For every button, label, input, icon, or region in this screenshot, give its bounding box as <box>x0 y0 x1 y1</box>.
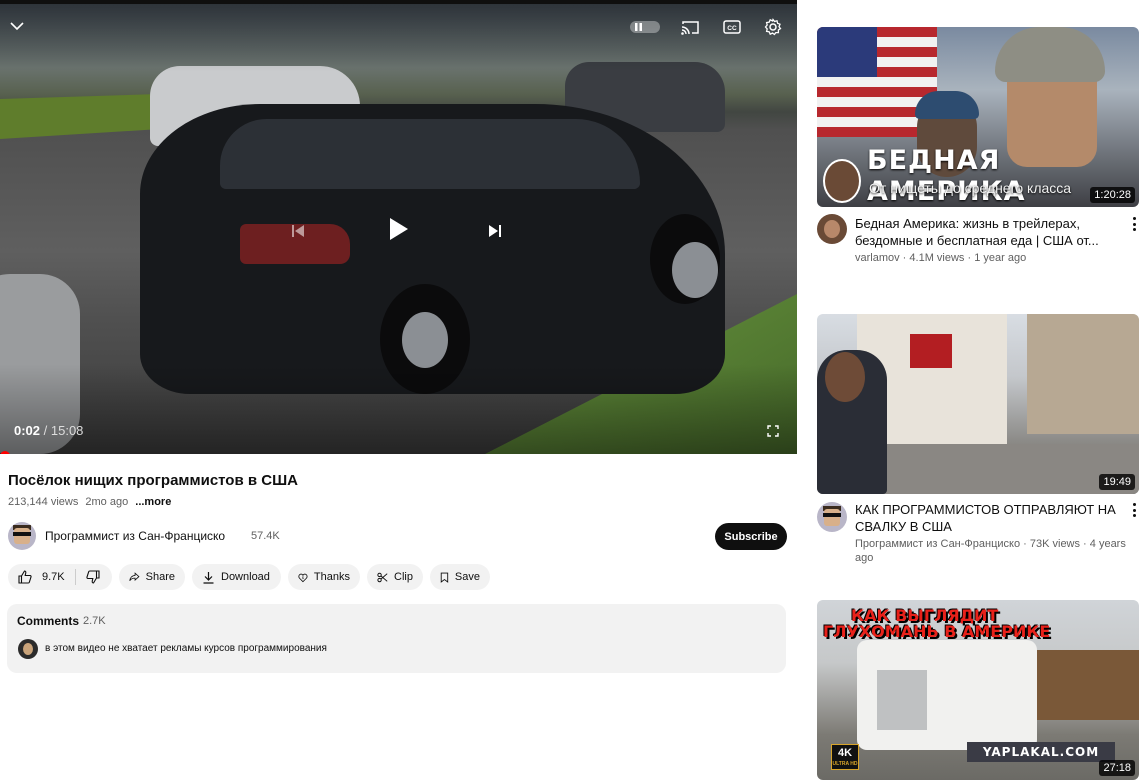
thumbs-down-icon <box>86 570 100 584</box>
related-video-meta: Программист из Сан-Франциско · 73K views… <box>855 538 1126 564</box>
thumb-portrait <box>823 159 861 203</box>
download-icon <box>203 571 214 584</box>
comments-panel[interactable]: Comments 2.7K в этом видео не хватает ре… <box>7 604 786 673</box>
pause-toggle-icon[interactable] <box>630 20 662 34</box>
video-meta: 213,144 views 2mo ago ...more <box>8 496 171 508</box>
fullscreen-icon[interactable] <box>764 422 782 440</box>
share-icon <box>129 572 140 582</box>
related-thumbnail[interactable]: КАК ВЫГЛЯДИТ ГЛУХОМАНЬ В АМЕРИКЕ 4K ULTRA… <box>817 600 1139 780</box>
download-label: Download <box>221 571 270 583</box>
current-time: 0:02 <box>14 423 41 438</box>
thumb-subtitle: От нищеты до среднего класса <box>869 180 1072 196</box>
subscribe-button[interactable]: Subscribe <box>715 523 787 550</box>
related-videos-sidebar: БЕДНАЯ АМЕРИКА От нищеты до среднего кла… <box>797 0 1139 781</box>
scissors-icon <box>377 572 388 582</box>
settings-icon[interactable] <box>762 17 784 37</box>
like-count: 9.7K <box>42 571 65 583</box>
more-options-icon[interactable] <box>1131 503 1137 517</box>
4k-badge: 4K ULTRA HD <box>831 744 859 770</box>
captions-label: CC <box>727 25 737 32</box>
video-player[interactable]: CC 0:02 / 15:08 <box>0 4 797 454</box>
like-button[interactable]: 9.7K <box>18 570 65 584</box>
channel-name[interactable]: Программист из Сан-Франциско <box>45 529 225 543</box>
video-duration: 1:20:28 <box>1090 187 1135 203</box>
thumb-title-line2: ГЛУХОМАНЬ В АМЕРИКЕ <box>823 622 1051 641</box>
time-separator: / <box>40 423 51 438</box>
clip-label: Clip <box>394 571 413 583</box>
related-video-title[interactable]: Бедная Америка: жизнь в трейлерах, бездо… <box>855 215 1127 249</box>
thanks-label: Thanks <box>313 571 350 583</box>
play-icon[interactable] <box>384 214 414 244</box>
channel-avatar[interactable] <box>8 522 36 550</box>
video-duration: 27:18 <box>1099 760 1135 776</box>
channel-avatar[interactable] <box>817 502 847 532</box>
time-display: 0:02 / 15:08 <box>14 423 83 438</box>
share-label: Share <box>145 571 175 583</box>
more-link[interactable]: ...more <box>135 496 171 508</box>
commenter-avatar <box>18 639 38 659</box>
related-views: 4.1M views <box>909 252 965 264</box>
dislike-button[interactable] <box>86 570 100 584</box>
chevron-down-icon[interactable] <box>8 18 26 34</box>
subscriber-count: 57.4K <box>251 530 280 542</box>
share-button[interactable]: Share <box>119 564 185 590</box>
related-thumbnail[interactable]: 19:49 <box>817 314 1139 494</box>
like-divider <box>74 569 76 585</box>
comments-count: 2.7K <box>83 615 106 627</box>
more-options-icon[interactable] <box>1131 217 1137 231</box>
cast-icon[interactable] <box>680 18 700 36</box>
related-channel: varlamov <box>855 252 900 264</box>
top-comment-text: в этом видео не хватает рекламы курсов п… <box>45 643 327 654</box>
next-icon[interactable] <box>485 221 505 241</box>
related-video-title[interactable]: КАК ПРОГРАММИСТОВ ОТПРАВЛЯЮТ НА СВАЛКУ В… <box>855 501 1127 535</box>
watermark: YAPLAKAL.COM <box>967 742 1115 762</box>
related-age: 1 year ago <box>974 252 1027 264</box>
channel-avatar[interactable] <box>817 214 847 244</box>
progress-scrubber[interactable] <box>0 451 10 454</box>
captions-icon[interactable]: CC <box>722 18 742 36</box>
channel-row: Программист из Сан-Франциско 57.4K Subsc… <box>8 522 788 550</box>
previous-icon[interactable] <box>288 221 308 241</box>
comments-title: Comments <box>17 614 80 628</box>
related-thumbnail[interactable]: БЕДНАЯ АМЕРИКА От нищеты до среднего кла… <box>817 27 1139 207</box>
save-button[interactable]: Save <box>430 564 490 590</box>
download-button[interactable]: Download <box>192 564 281 590</box>
related-video-meta: varlamov · 4.1M views · 1 year ago <box>855 252 1027 264</box>
svg-text:$: $ <box>302 576 305 580</box>
upload-age: 2mo ago <box>85 496 129 508</box>
total-time: 15:08 <box>50 423 84 438</box>
video-title: Посёлок нищих программистов в США <box>8 472 298 489</box>
clip-button[interactable]: Clip <box>367 564 423 590</box>
thanks-heart-icon: $ <box>298 573 308 582</box>
video-duration: 19:49 <box>1099 474 1135 490</box>
like-dislike-group: 9.7K <box>8 564 112 590</box>
thanks-button[interactable]: $ Thanks <box>288 564 360 590</box>
thumbs-up-icon <box>18 570 32 584</box>
view-count: 213,144 views <box>8 496 79 508</box>
save-label: Save <box>454 571 480 583</box>
bookmark-icon <box>440 572 449 583</box>
